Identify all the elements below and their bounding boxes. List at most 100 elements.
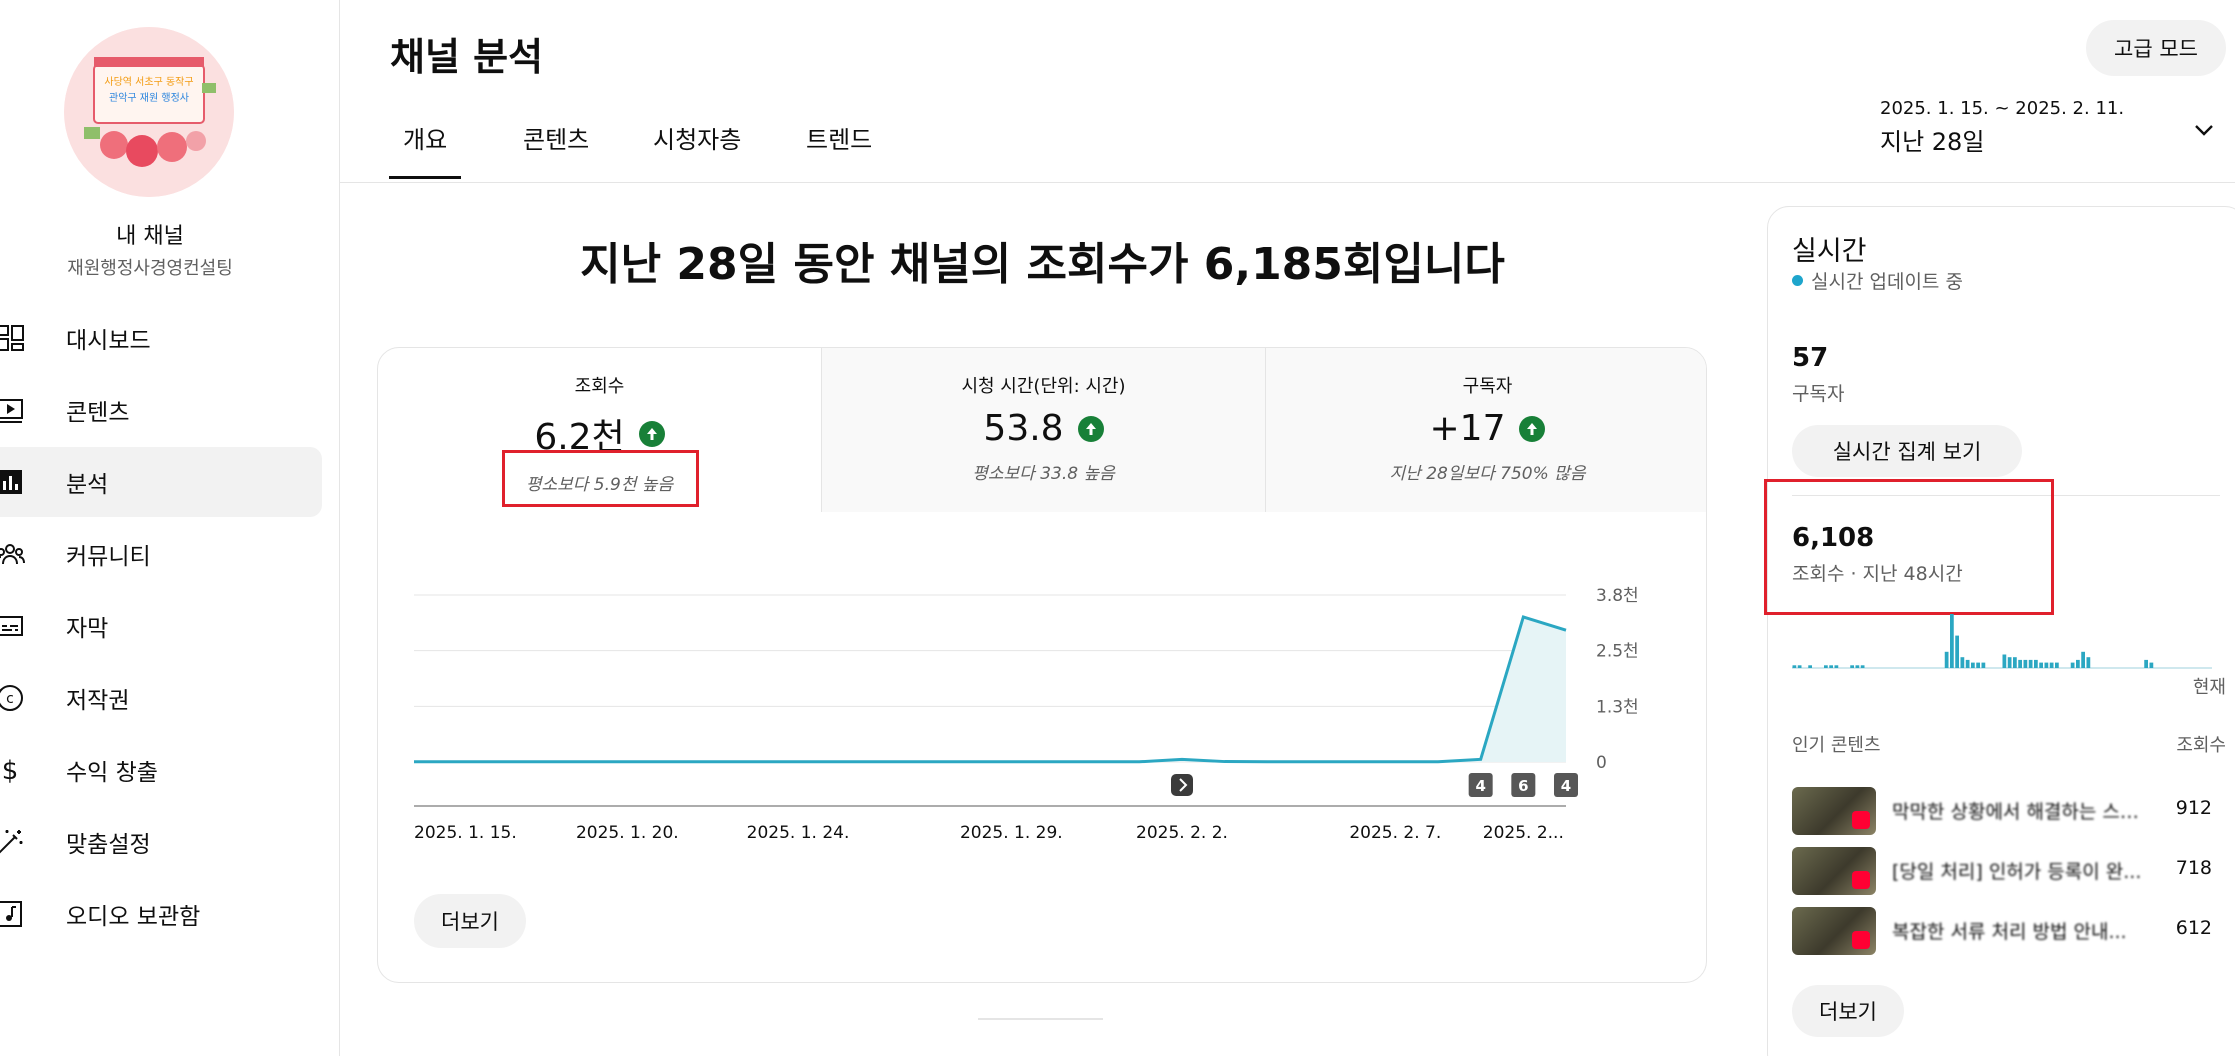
svg-text:사당역 서초구 동작구: 사당역 서초구 동작구 [104,76,193,88]
scroll-indicator [978,1018,1103,1020]
top-content-label: 인기 콘텐츠 [1792,735,1881,756]
audio-library-icon [0,898,26,930]
top-content-item[interactable]: 복잡한 서류 처리 방법 안내... 612 [1792,907,2212,955]
sidebar-item-customization[interactable]: 맞춤설정 [0,807,322,877]
more-button[interactable]: 더보기 [414,894,526,948]
page-title: 채널 분석 [390,35,544,79]
tab-trends[interactable]: 트렌드 [806,120,872,155]
video-title: 복잡한 서류 처리 방법 안내... [1892,921,2127,943]
realtime-bar [1829,665,1833,668]
highlight-box [1764,479,2054,615]
sidebar-item-monetization[interactable]: $ 수익 창출 [0,735,322,805]
video-views: 912 [2175,797,2212,819]
subtitles-icon [0,610,26,642]
date-period[interactable]: 지난 28일 [1880,122,1984,157]
realtime-bar [2018,659,2022,668]
channel-avatar[interactable]: 사당역 서초구 동작구 관악구 재원 행정사 [64,27,234,197]
realtime-bar [2028,659,2033,668]
realtime-bar [2081,651,2085,668]
x-tick-label: 2025. 2. 2. [1136,823,1228,843]
x-tick-label: 2025. 2. 7. [1349,823,1441,843]
sidebar-item-subtitles[interactable]: 자막 [0,591,322,661]
video-views: 718 [2175,857,2212,879]
realtime-bar-chart [1792,614,2212,669]
realtime-title: 실시간 [1792,236,1867,267]
sidebar-item-community[interactable]: 커뮤니티 [0,519,322,589]
publish-marker-label: 4 [1561,777,1571,795]
realtime-bar [1860,665,1865,668]
live-dot-icon [1792,275,1803,286]
svg-text:관악구 재원 행정사: 관악구 재원 행정사 [109,92,189,104]
realtime-bar [2076,659,2080,668]
sidebar-item-audio-library[interactable]: 오디오 보관함 [0,879,322,949]
realtime-bar [2013,657,2017,668]
channel-name: 내 채널 [116,224,184,249]
highlight-box [502,450,699,507]
y-tick-label: 2.5천 [1596,642,1639,662]
svg-text:$: $ [2,756,19,785]
svg-text:c: c [6,691,14,707]
sidebar-item-label: 분석 [66,472,109,498]
sidebar-item-copyright[interactable]: c 저작권 [0,663,322,733]
realtime-bar [1950,614,1954,668]
realtime-bar [2049,662,2054,668]
sidebar-item-label: 콘텐츠 [66,400,130,426]
dollar-icon: $ [0,754,26,786]
y-tick-label: 3.8천 [1596,586,1639,606]
tab-overview[interactable]: 개요 [388,120,462,179]
realtime-bar [1797,665,1802,668]
x-tick-label: 2025. 1. 20. [576,823,679,843]
realtime-bar [1850,665,1854,668]
views-chart: 3.8천 2.5천 1.3천 0 2025. 1. 15. 2025. 1. 20. 202… [414,586,1639,843]
realtime-subscribers-label: 구독자 [1792,383,1845,405]
date-range[interactable]: 2025. 1. 15. ~ 2025. 2. 11. [1880,98,2124,119]
sidebar-item-content[interactable]: 콘텐츠 [0,375,322,445]
realtime-now-label: 현재 [2192,677,2226,698]
tab-divider [340,182,2235,183]
realtime-bar [1981,662,1986,668]
chevron-down-icon[interactable] [2190,116,2218,144]
top-content-item[interactable]: 막막한 상황에서 해결하는 스텍... 912 [1792,787,2212,835]
top-content-item[interactable]: [당일 처리] 인허가 등록이 완... 718 [1792,847,2212,895]
realtime-bar [2034,659,2038,668]
x-tick-label: 2025. 1. 15. [414,823,517,843]
realtime-bar [2070,662,2075,668]
tab-audience[interactable]: 시청자층 [653,120,741,155]
video-thumbnail [1792,847,1876,895]
overview-card: 조회수 6.2천 평소보다 5.9천 높음 시청 시간(단위: 시간) 53.8… [377,347,1707,983]
channel-handle: 재원행정사경영컨설팅 [67,258,233,279]
series-line [414,615,1567,764]
video-thumbnail [1792,907,1876,955]
sidebar-item-analytics[interactable]: 분석 [0,447,322,517]
analytics-icon [0,466,26,498]
realtime-bar [1955,635,1959,668]
realtime-bar [2149,662,2154,668]
sidebar-item-label: 대시보드 [66,328,151,354]
video-views: 612 [2175,917,2212,939]
top-content-views-header: 조회수 [2176,735,2226,756]
realtime-status: 실시간 업데이트 중 [1792,267,1963,294]
tab-content[interactable]: 콘텐츠 [523,120,589,155]
area-fill [414,616,1566,762]
realtime-more-button[interactable]: 더보기 [1792,985,1904,1037]
realtime-bar [2086,657,2091,668]
summary-headline: 지난 28일 동안 채널의 조회수가 6,185회입니다 [580,239,1505,290]
realtime-bar [1960,657,1965,668]
sidebar-item-label: 저작권 [66,688,130,714]
video-title: 막막한 상황에서 해결하는 스텍... [1892,801,2142,823]
shorts-marker-icon [1171,774,1193,796]
advanced-mode-button[interactable]: 고급 모드 [2086,20,2226,76]
sidebar-item-label: 오디오 보관함 [66,904,201,930]
x-tick-label: 2025. 2... [1483,823,1564,843]
realtime-count-button[interactable]: 실시간 집계 보기 [1792,425,2022,477]
publish-marker-label: 4 [1475,777,1485,795]
content-icon [0,394,26,426]
x-tick-label: 2025. 1. 24. [747,823,850,843]
shorts-icon [1852,931,1870,949]
sidebar-item-dashboard[interactable]: 대시보드 [0,303,322,373]
realtime-subscribers: 57 [1792,343,1829,373]
video-title: [당일 처리] 인허가 등록이 완... [1892,861,2142,883]
shorts-icon [1852,811,1870,829]
realtime-bar [1971,662,1975,668]
realtime-status-text: 실시간 업데이트 중 [1811,271,1963,293]
